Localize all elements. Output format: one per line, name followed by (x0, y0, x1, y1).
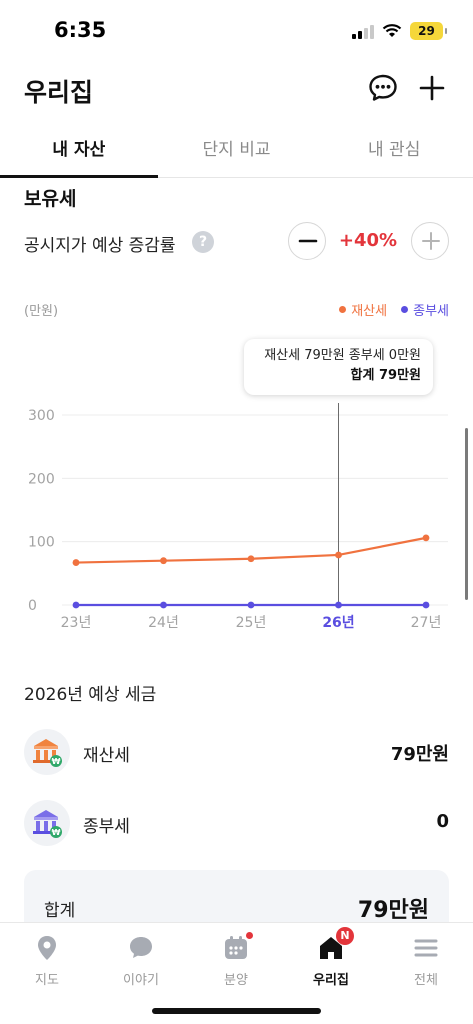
y-tick-label: 200 (28, 471, 55, 487)
bank-building-icon: ₩ (24, 800, 70, 846)
home-icon: N (316, 927, 354, 963)
svg-text:₩: ₩ (52, 757, 61, 766)
x-tick-label: 25년 (236, 615, 267, 631)
wifi-icon (382, 24, 402, 37)
data-point (160, 601, 167, 609)
tax-name: 재산세 (83, 746, 130, 766)
nav-item-presale[interactable]: 분양 (189, 932, 283, 988)
rate-label: 공시지가 예상 증감률 (24, 236, 176, 256)
legend-dot (401, 306, 409, 313)
data-point (72, 559, 80, 566)
tax-amount: 79만원 (390, 744, 449, 765)
tooltip-detail: 재산세 79만원 종부세 0만원 (264, 348, 421, 363)
x-tick-label: 24년 (148, 615, 179, 631)
legend-label: 종부세 (413, 304, 449, 319)
status-icons: 29 (352, 22, 447, 40)
y-tick-label: 300 (28, 408, 55, 424)
tax-name: 종부세 (83, 817, 130, 837)
plus-icon (422, 232, 440, 250)
rate-value: +40% (338, 230, 398, 251)
nav-label: 우리집 (313, 973, 349, 988)
status-time: 6:35 (54, 18, 107, 42)
tab-my-assets[interactable]: 내 자산 (0, 128, 158, 178)
svg-text:₩: ₩ (52, 828, 61, 837)
data-point (335, 551, 342, 559)
chart-unit-label: (만원) (24, 304, 59, 319)
new-badge: N (336, 927, 354, 945)
home-indicator (152, 1008, 321, 1014)
nav-label: 이야기 (123, 973, 159, 988)
nav-label: 지도 (35, 973, 59, 988)
battery-icon: 29 (410, 22, 447, 40)
x-tick-label: 27년 (411, 615, 442, 631)
x-tick-label: 26년 (322, 615, 354, 631)
increase-rate-button[interactable] (411, 222, 449, 260)
nav-item-story[interactable]: 이야기 (94, 933, 188, 988)
decrease-rate-button[interactable] (288, 222, 326, 260)
tab-complex-compare[interactable]: 단지 비교 (158, 128, 316, 177)
map-pin-icon (38, 936, 56, 960)
legend-dot (339, 306, 347, 313)
data-point (247, 555, 255, 563)
legend-item-property-tax: 재산세 (339, 300, 387, 319)
data-point (335, 601, 342, 609)
data-point (247, 601, 255, 609)
menu-icon (414, 939, 438, 957)
nav-label: 분양 (224, 973, 248, 988)
total-amount: 79만원 (357, 898, 429, 923)
chart-legend: 재산세 종부세 (339, 300, 449, 319)
section-title: 보유세 (24, 188, 77, 210)
y-tick-label: 0 (28, 598, 37, 614)
y-tick-label: 100 (28, 535, 55, 551)
tax-row-property: ₩ 재산세 79만원 (24, 729, 449, 777)
total-label: 합계 (44, 901, 76, 921)
x-tick-label: 23년 (61, 615, 92, 631)
tooltip-total: 합계 79만원 (350, 368, 421, 383)
app-header: 우리집 (0, 60, 473, 116)
tax-amount: 0 (436, 811, 449, 832)
chat-icon[interactable] (367, 72, 399, 104)
tab-my-interest[interactable]: 내 관심 (315, 128, 473, 177)
page-title: 우리집 (24, 78, 94, 107)
signal-icon (352, 23, 374, 39)
tab-bar: 내 자산 단지 비교 내 관심 (0, 128, 473, 178)
nav-item-all[interactable]: 전체 (379, 933, 473, 988)
rate-row: 공시지가 예상 증감률 ? +40% (24, 222, 449, 262)
status-bar: 6:35 29 (0, 0, 473, 60)
legend-item-comprehensive-tax: 종부세 (401, 300, 449, 319)
help-icon[interactable]: ? (192, 231, 214, 253)
calendar-icon (221, 932, 253, 963)
legend-label: 재산세 (351, 304, 388, 319)
tax-year-title: 2026년 예상 세금 (24, 685, 157, 705)
notification-dot (246, 932, 253, 939)
data-point (422, 534, 430, 542)
add-icon[interactable] (416, 72, 448, 104)
nav-item-my-home[interactable]: N 우리집 (284, 927, 378, 988)
data-point (72, 601, 80, 609)
bank-building-icon: ₩ (24, 729, 70, 775)
chat-bubble-icon (130, 937, 152, 958)
nav-item-map[interactable]: 지도 (0, 933, 94, 988)
data-point (422, 601, 430, 609)
minus-icon (298, 239, 318, 243)
tax-row-comprehensive: ₩ 종부세 0 (24, 800, 449, 848)
scrollbar[interactable] (465, 428, 468, 600)
data-point (160, 557, 167, 565)
nav-label: 전체 (414, 973, 438, 988)
chart-tooltip: 재산세 79만원 종부세 0만원 합계 79만원 (244, 339, 433, 395)
